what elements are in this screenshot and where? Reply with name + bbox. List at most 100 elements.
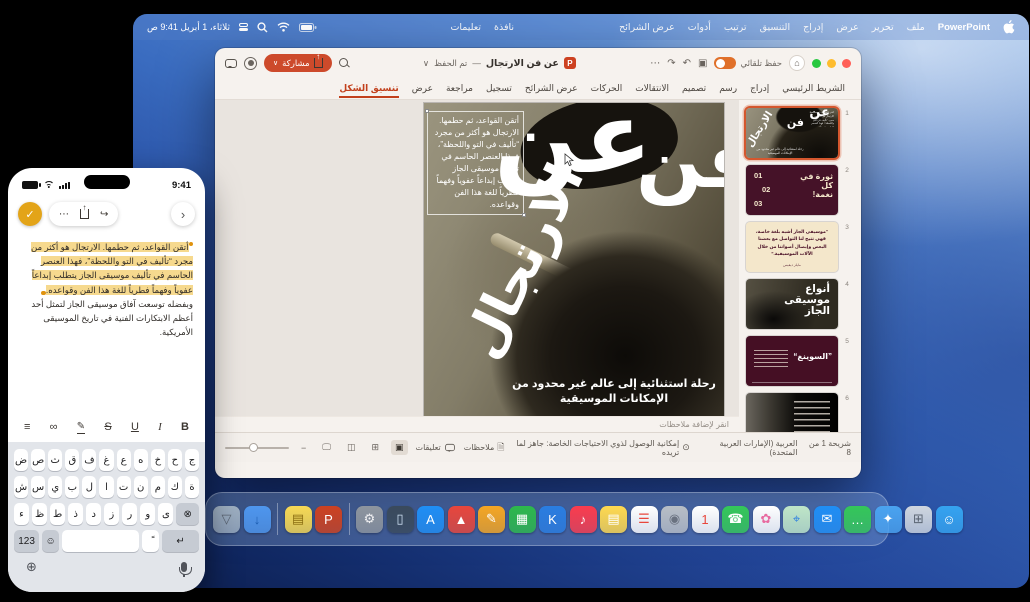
tab-عرض الشرائح[interactable]: عرض الشرائح	[525, 79, 578, 98]
dock-iphone-mirroring-icon[interactable]: ▯	[387, 506, 414, 533]
globe-key[interactable]: ⊕	[26, 559, 37, 575]
key-س[interactable]: س	[31, 476, 45, 498]
language-status[interactable]: العربية (الإمارات العربية المتحدة)	[699, 439, 798, 457]
tab-الحركات[interactable]: الحركات	[591, 79, 623, 98]
key-ذ[interactable]: ذ	[68, 503, 83, 525]
saved-chevron-icon[interactable]: ∨	[423, 58, 429, 69]
return-key[interactable]: ↵	[162, 530, 199, 552]
key-ء[interactable]: ء	[14, 503, 29, 525]
slide-thumbnail-2[interactable]: ثورة في كل نغمة!010203	[746, 165, 838, 215]
key-و[interactable]: و	[140, 503, 155, 525]
dock-messages-icon[interactable]: …	[844, 506, 871, 533]
slide-thumbnail-5[interactable]: ”السوينغ“	[746, 336, 838, 386]
slide-paragraph-textbox[interactable]: أتقن القواعد، ثم حطمها. الارتجال هو أكثر…	[427, 111, 524, 215]
slide-1-editor[interactable]: عن فن الارتجال أتقن القواعد، ثم حطمها. ا…	[424, 103, 724, 416]
saved-status[interactable]: تم الحفظ	[434, 58, 467, 69]
dock-mail-icon[interactable]: ✉	[814, 506, 841, 533]
slide-subtitle[interactable]: رحلة استثنائية إلى عالم غير محدود من الإ…	[510, 377, 718, 407]
key-ى[interactable]: ى	[158, 503, 173, 525]
dock-launchpad-icon[interactable]: ⊞	[905, 506, 932, 533]
slide-thumbnail-3[interactable]: “موسيقى الجاز أشبه بلغة خاصة، فهي تتيح ل…	[746, 222, 838, 272]
body-text[interactable]: وبفضله توسعت آفاق موسيقى الجاز لتمثل أحد…	[31, 299, 193, 337]
menu-إدراج[interactable]: إدراج	[803, 22, 823, 33]
bold-icon[interactable]: B	[181, 421, 189, 433]
zoom-button[interactable]	[812, 59, 821, 68]
tab-تسجيل[interactable]: تسجيل	[486, 79, 512, 98]
presence-icon[interactable]	[244, 57, 257, 70]
key-ف[interactable]: ف	[82, 449, 96, 471]
selection-handle-start[interactable]	[189, 242, 194, 247]
backspace-key[interactable]: ⊗	[176, 503, 199, 525]
document-title[interactable]: عن فن الارتجال	[486, 58, 559, 69]
key-ج[interactable]: ج	[185, 449, 199, 471]
dictation-mic-icon[interactable]	[181, 562, 187, 572]
accessibility-status[interactable]: ⊙ إمكانية الوصول لذوي الاحتياجات الخاصة:…	[514, 439, 690, 457]
dock-keynote-icon[interactable]: K	[539, 506, 566, 533]
tab-تنسيق الشكل[interactable]: تنسيق الشكل	[339, 79, 398, 98]
reading-view-button[interactable]: ◫	[343, 440, 360, 455]
normal-view-button[interactable]: ▣	[391, 440, 408, 455]
selection-handle[interactable]	[425, 109, 429, 113]
link-icon[interactable]: ∞	[50, 421, 58, 433]
dock-app-store-icon[interactable]: A	[417, 506, 444, 533]
slide-thumbnail-6[interactable]	[746, 393, 838, 432]
key-ع[interactable]: ع	[117, 449, 131, 471]
done-button[interactable]: ✓	[18, 202, 42, 226]
highlighter-icon[interactable]: ✎	[77, 421, 85, 434]
search-icon[interactable]	[339, 58, 349, 68]
dock-downloads-folder-icon[interactable]: ↓	[244, 506, 271, 533]
share-button[interactable]: مشاركة ∨	[264, 54, 332, 72]
dock-trash-icon[interactable]: ▽	[213, 506, 240, 533]
slideshow-view-button[interactable]: 🖵	[318, 440, 335, 455]
dock-safari-icon[interactable]: ✦	[875, 506, 902, 533]
menu-ترتيب[interactable]: ترتيب	[724, 22, 747, 33]
menu-تعليمات[interactable]: تعليمات	[450, 22, 481, 33]
key-ة[interactable]: ة	[185, 476, 199, 498]
tab-عرض[interactable]: عرض	[412, 79, 433, 98]
highlighted-text[interactable]: أتقن القواعد، ثم حطمها. الارتجال هو أكثر…	[31, 242, 193, 295]
menu-أدوات[interactable]: أدوات	[688, 22, 711, 33]
checklist-icon[interactable]: ≡	[24, 421, 30, 433]
wifi-icon[interactable]	[277, 22, 290, 32]
dock-reminders-icon[interactable]: ☰	[631, 506, 658, 533]
key-ق[interactable]: ق	[65, 449, 79, 471]
key-ز[interactable]: ز	[104, 503, 119, 525]
tab-تصميم[interactable]: تصميم	[682, 79, 706, 98]
comments-button[interactable]: تعليقات	[416, 443, 456, 452]
spotlight-icon[interactable]	[257, 22, 268, 33]
dock-notes-icon[interactable]: ▤	[600, 506, 627, 533]
diacritic-key[interactable]: ً	[142, 530, 159, 552]
menu-تحرير[interactable]: تحرير	[872, 22, 894, 33]
dock-calendar-icon[interactable]: 1	[692, 506, 719, 533]
underline-icon[interactable]: U	[131, 421, 139, 433]
key-خ[interactable]: خ	[151, 449, 165, 471]
more-options-icon[interactable]: ⋯	[650, 58, 660, 69]
tab-إدراج[interactable]: إدراج	[750, 79, 769, 98]
menu-عرض[interactable]: عرض	[836, 22, 858, 33]
numbers-key[interactable]: 123	[14, 530, 39, 552]
key-ي[interactable]: ي	[48, 476, 62, 498]
dock-maps-icon[interactable]: ⌖	[783, 506, 810, 533]
key-ط[interactable]: ط	[50, 503, 65, 525]
key-ك[interactable]: ك	[168, 476, 182, 498]
emoji-key[interactable]: ☺	[42, 530, 59, 552]
autosave-control[interactable]: حفظ تلقائي	[714, 57, 782, 69]
key-م[interactable]: م	[151, 476, 165, 498]
key-ب[interactable]: ب	[65, 476, 79, 498]
share-icon[interactable]	[80, 209, 89, 219]
zoom-out-button[interactable]: −	[297, 441, 310, 455]
key-ص[interactable]: ص	[31, 449, 45, 471]
tab-الشريط الرئيسي[interactable]: الشريط الرئيسي	[782, 79, 845, 98]
italic-icon[interactable]: I	[158, 421, 162, 433]
dock-system-settings-icon[interactable]: ⚙	[356, 506, 383, 533]
dock-rocket-app-icon[interactable]: ▲	[448, 506, 475, 533]
autosave-toggle[interactable]	[714, 57, 736, 69]
strikethrough-icon[interactable]: S	[104, 421, 111, 433]
clipboard-icon[interactable]: ▣	[698, 58, 707, 69]
dock-finder-icon[interactable]: ☺	[936, 506, 963, 533]
key-ه[interactable]: ه	[134, 449, 148, 471]
menu-عرض الشرائح[interactable]: عرض الشرائح	[619, 22, 675, 33]
key-د[interactable]: د	[86, 503, 101, 525]
dock-pages-icon[interactable]: ✎	[478, 506, 505, 533]
menu-نافذة[interactable]: نافذة	[494, 22, 514, 33]
